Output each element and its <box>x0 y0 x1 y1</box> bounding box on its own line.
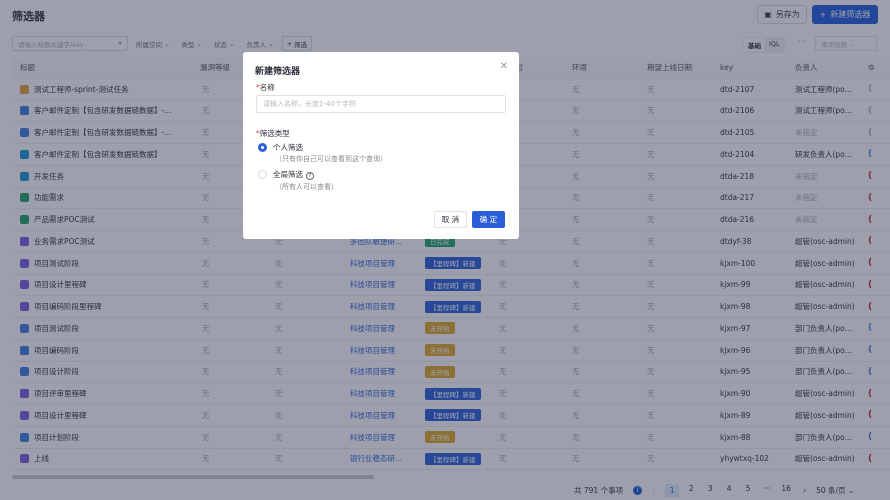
help-icon[interactable]: ? <box>306 172 314 180</box>
dialog-title: 新建筛选器 <box>255 67 301 77</box>
name-placeholder: 请输入名称，长度1-40个字符 <box>263 100 356 108</box>
close-icon[interactable]: ✕ <box>500 61 508 72</box>
name-label: *名称 <box>256 83 275 92</box>
name-input[interactable]: 请输入名称，长度1-40个字符 <box>256 95 506 113</box>
type-label: *筛选类型 <box>256 129 290 138</box>
radio-personal[interactable] <box>258 143 267 152</box>
global-desc: （所有人可以查看） <box>275 183 338 191</box>
new-filter-dialog: 新建筛选器 ✕ *名称 请输入名称，长度1-40个字符 *筛选类型 个人筛选 （… <box>243 52 519 239</box>
confirm-button[interactable]: 确 定 <box>472 211 505 228</box>
personal-label[interactable]: 个人筛选 <box>273 142 303 153</box>
personal-desc: （只有你自己可以查看到这个查询） <box>275 155 387 163</box>
global-label-text: 全局筛选 <box>273 170 303 179</box>
radio-global[interactable] <box>258 170 267 179</box>
name-label-text: 名称 <box>259 83 275 92</box>
type-label-text: 筛选类型 <box>259 129 290 138</box>
global-label[interactable]: 全局筛选? <box>273 169 314 180</box>
cancel-button[interactable]: 取 消 <box>434 211 467 228</box>
